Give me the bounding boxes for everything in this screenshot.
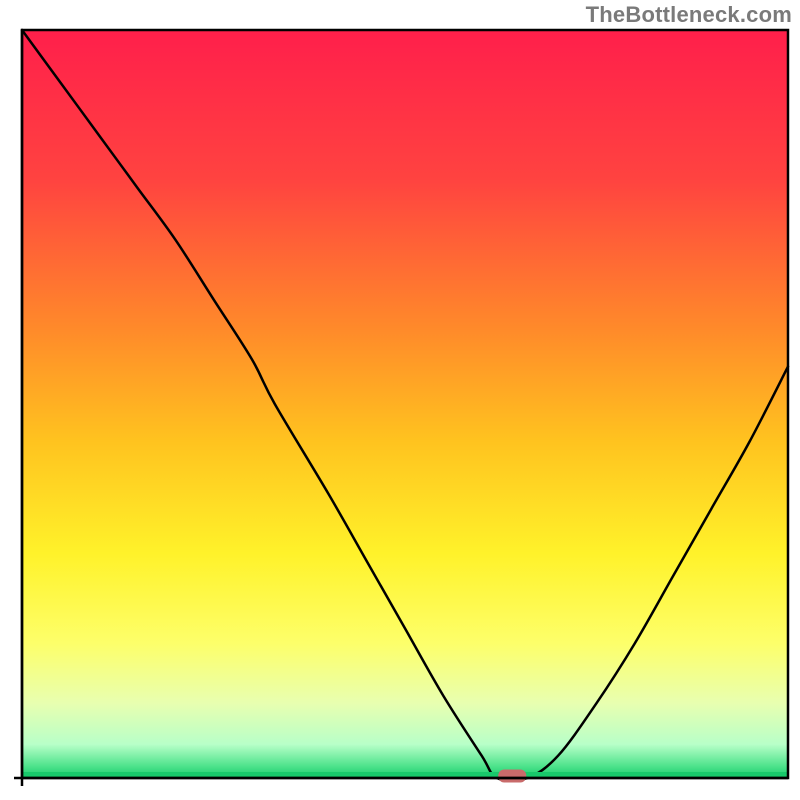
watermark-text: TheBottleneck.com bbox=[586, 2, 792, 28]
optimum-marker bbox=[498, 770, 526, 783]
bottleneck-chart bbox=[0, 0, 800, 800]
gradient-background bbox=[22, 30, 788, 778]
chart-container: TheBottleneck.com bbox=[0, 0, 800, 800]
